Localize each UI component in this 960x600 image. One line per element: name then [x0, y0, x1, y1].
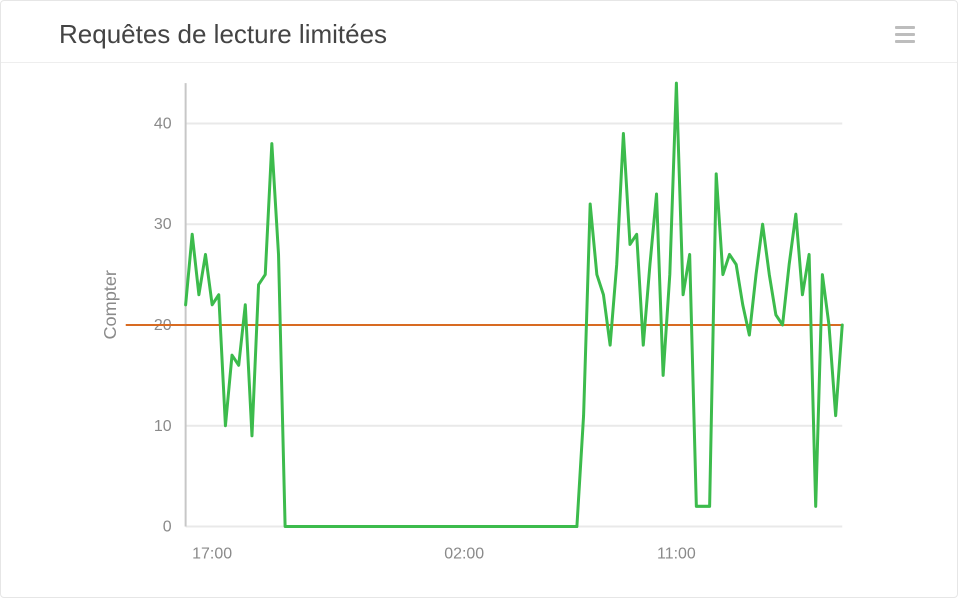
hamburger-icon[interactable]: [891, 22, 919, 47]
card-header: Requêtes de lecture limitées: [1, 1, 957, 63]
y-tick-label: 40: [154, 114, 172, 132]
chart-svg: 010203040Compter17:0002:0011:00: [1, 63, 957, 597]
chart-card: Requêtes de lecture limitées 010203040Co…: [0, 0, 958, 598]
data-series-line: [186, 83, 843, 526]
x-tick-label: 17:00: [192, 545, 232, 563]
y-tick-label: 30: [154, 215, 172, 233]
x-tick-label: 02:00: [444, 545, 484, 563]
x-tick-label: 11:00: [657, 545, 696, 563]
chart-title: Requêtes de lecture limitées: [59, 19, 387, 50]
y-tick-label: 0: [163, 517, 172, 535]
y-axis-label: Compter: [100, 270, 120, 339]
y-tick-label: 10: [154, 417, 172, 435]
chart-plot-area: 010203040Compter17:0002:0011:00: [1, 63, 957, 597]
